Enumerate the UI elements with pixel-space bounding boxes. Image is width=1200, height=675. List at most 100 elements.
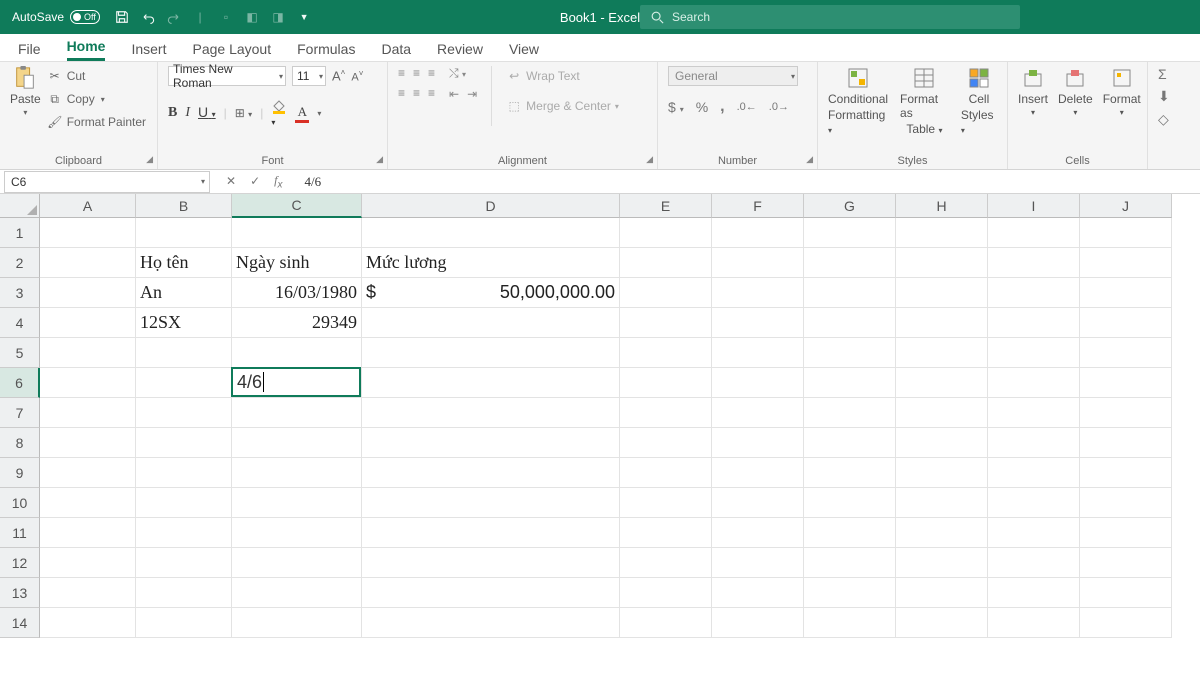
align-middle-icon[interactable]: ≡: [413, 66, 420, 80]
conditional-formatting-button[interactable]: Conditional Formatting ▾: [828, 66, 888, 136]
col-header-E[interactable]: E: [620, 194, 712, 218]
cell-E6[interactable]: [620, 368, 712, 398]
cell-B4[interactable]: 12SX: [136, 308, 232, 338]
cell-B6[interactable]: [136, 368, 232, 398]
cell-C10[interactable]: [232, 488, 362, 518]
cell-I12[interactable]: [988, 548, 1080, 578]
cell-H4[interactable]: [896, 308, 988, 338]
qat-misc1-icon[interactable]: ▫: [218, 9, 234, 25]
cell-D5[interactable]: [362, 338, 620, 368]
cell-J12[interactable]: [1080, 548, 1172, 578]
cell-G4[interactable]: [804, 308, 896, 338]
cell-D8[interactable]: [362, 428, 620, 458]
cell-C11[interactable]: [232, 518, 362, 548]
cell-A11[interactable]: [40, 518, 136, 548]
cell-J9[interactable]: [1080, 458, 1172, 488]
tab-formulas[interactable]: Formulas: [297, 41, 355, 61]
cell-H3[interactable]: [896, 278, 988, 308]
cell-F2[interactable]: [712, 248, 804, 278]
cell-C14[interactable]: [232, 608, 362, 638]
cell-D2[interactable]: Mức lương: [362, 248, 620, 278]
cell-D14[interactable]: [362, 608, 620, 638]
fill-color-button[interactable]: ▾: [271, 98, 287, 128]
cell-C5[interactable]: [232, 338, 362, 368]
cell-C13[interactable]: [232, 578, 362, 608]
row-header-10[interactable]: 10: [0, 488, 40, 518]
italic-button[interactable]: I: [185, 105, 190, 121]
copy-button[interactable]: ⧉Copy▾: [47, 89, 146, 109]
format-painter-button[interactable]: 🖌Format Painter: [47, 112, 146, 132]
align-left-icon[interactable]: ≡: [398, 86, 405, 100]
cell-B1[interactable]: [136, 218, 232, 248]
col-header-I[interactable]: I: [988, 194, 1080, 218]
col-header-D[interactable]: D: [362, 194, 620, 218]
cell-E10[interactable]: [620, 488, 712, 518]
formula-input[interactable]: 4/6: [296, 174, 1200, 190]
align-top-icon[interactable]: ≡: [398, 66, 405, 80]
cell-E9[interactable]: [620, 458, 712, 488]
cell-J14[interactable]: [1080, 608, 1172, 638]
col-header-H[interactable]: H: [896, 194, 988, 218]
cell-I1[interactable]: [988, 218, 1080, 248]
col-header-B[interactable]: B: [136, 194, 232, 218]
cell-styles-button[interactable]: Cell Styles ▾: [961, 66, 997, 136]
bold-button[interactable]: B: [168, 105, 177, 121]
cell-I2[interactable]: [988, 248, 1080, 278]
cell-J10[interactable]: [1080, 488, 1172, 518]
qat-misc2-icon[interactable]: ◧: [244, 9, 260, 25]
active-cell[interactable]: 4/6: [231, 367, 361, 397]
save-icon[interactable]: [114, 9, 130, 25]
cell-F9[interactable]: [712, 458, 804, 488]
cell-G12[interactable]: [804, 548, 896, 578]
cell-D11[interactable]: [362, 518, 620, 548]
cell-I13[interactable]: [988, 578, 1080, 608]
accounting-button[interactable]: $ ▾: [668, 99, 684, 115]
number-launcher-icon[interactable]: ◢: [806, 154, 813, 165]
borders-button[interactable]: ⊞ ▾: [235, 106, 252, 120]
cell-G1[interactable]: [804, 218, 896, 248]
cell-J8[interactable]: [1080, 428, 1172, 458]
cell-E14[interactable]: [620, 608, 712, 638]
cell-G14[interactable]: [804, 608, 896, 638]
row-header-7[interactable]: 7: [0, 398, 40, 428]
row-header-3[interactable]: 3: [0, 278, 40, 308]
decrease-decimal-icon[interactable]: .0→: [769, 101, 789, 113]
cell-A3[interactable]: [40, 278, 136, 308]
cell-J3[interactable]: [1080, 278, 1172, 308]
cell-A12[interactable]: [40, 548, 136, 578]
cell-H11[interactable]: [896, 518, 988, 548]
clear-icon[interactable]: ◇: [1158, 111, 1169, 128]
cell-area[interactable]: Họ tênNgày sinhMức lươngAn16/03/1980$50,…: [40, 218, 1172, 638]
cell-G2[interactable]: [804, 248, 896, 278]
increase-indent-icon[interactable]: ⇥: [467, 87, 477, 101]
cell-H6[interactable]: [896, 368, 988, 398]
cell-E12[interactable]: [620, 548, 712, 578]
cell-E8[interactable]: [620, 428, 712, 458]
cell-A6[interactable]: [40, 368, 136, 398]
cell-F7[interactable]: [712, 398, 804, 428]
cell-G11[interactable]: [804, 518, 896, 548]
decrease-indent-icon[interactable]: ⇤: [449, 87, 459, 101]
col-header-G[interactable]: G: [804, 194, 896, 218]
cell-G6[interactable]: [804, 368, 896, 398]
cell-F4[interactable]: [712, 308, 804, 338]
cell-I10[interactable]: [988, 488, 1080, 518]
cell-J7[interactable]: [1080, 398, 1172, 428]
enter-formula-icon[interactable]: ✓: [250, 174, 260, 188]
cell-J6[interactable]: [1080, 368, 1172, 398]
cell-G8[interactable]: [804, 428, 896, 458]
row-header-9[interactable]: 9: [0, 458, 40, 488]
cell-B3[interactable]: An: [136, 278, 232, 308]
row-header-8[interactable]: 8: [0, 428, 40, 458]
cell-B12[interactable]: [136, 548, 232, 578]
cell-A8[interactable]: [40, 428, 136, 458]
cell-A13[interactable]: [40, 578, 136, 608]
row-header-12[interactable]: 12: [0, 548, 40, 578]
tab-page-layout[interactable]: Page Layout: [192, 41, 271, 61]
format-cells-button[interactable]: Format▾: [1103, 66, 1141, 117]
delete-cells-button[interactable]: Delete▾: [1058, 66, 1093, 117]
decrease-font-icon[interactable]: A˅: [351, 69, 363, 84]
cell-J2[interactable]: [1080, 248, 1172, 278]
row-header-4[interactable]: 4: [0, 308, 40, 338]
autosave-control[interactable]: AutoSave Off: [12, 10, 100, 24]
